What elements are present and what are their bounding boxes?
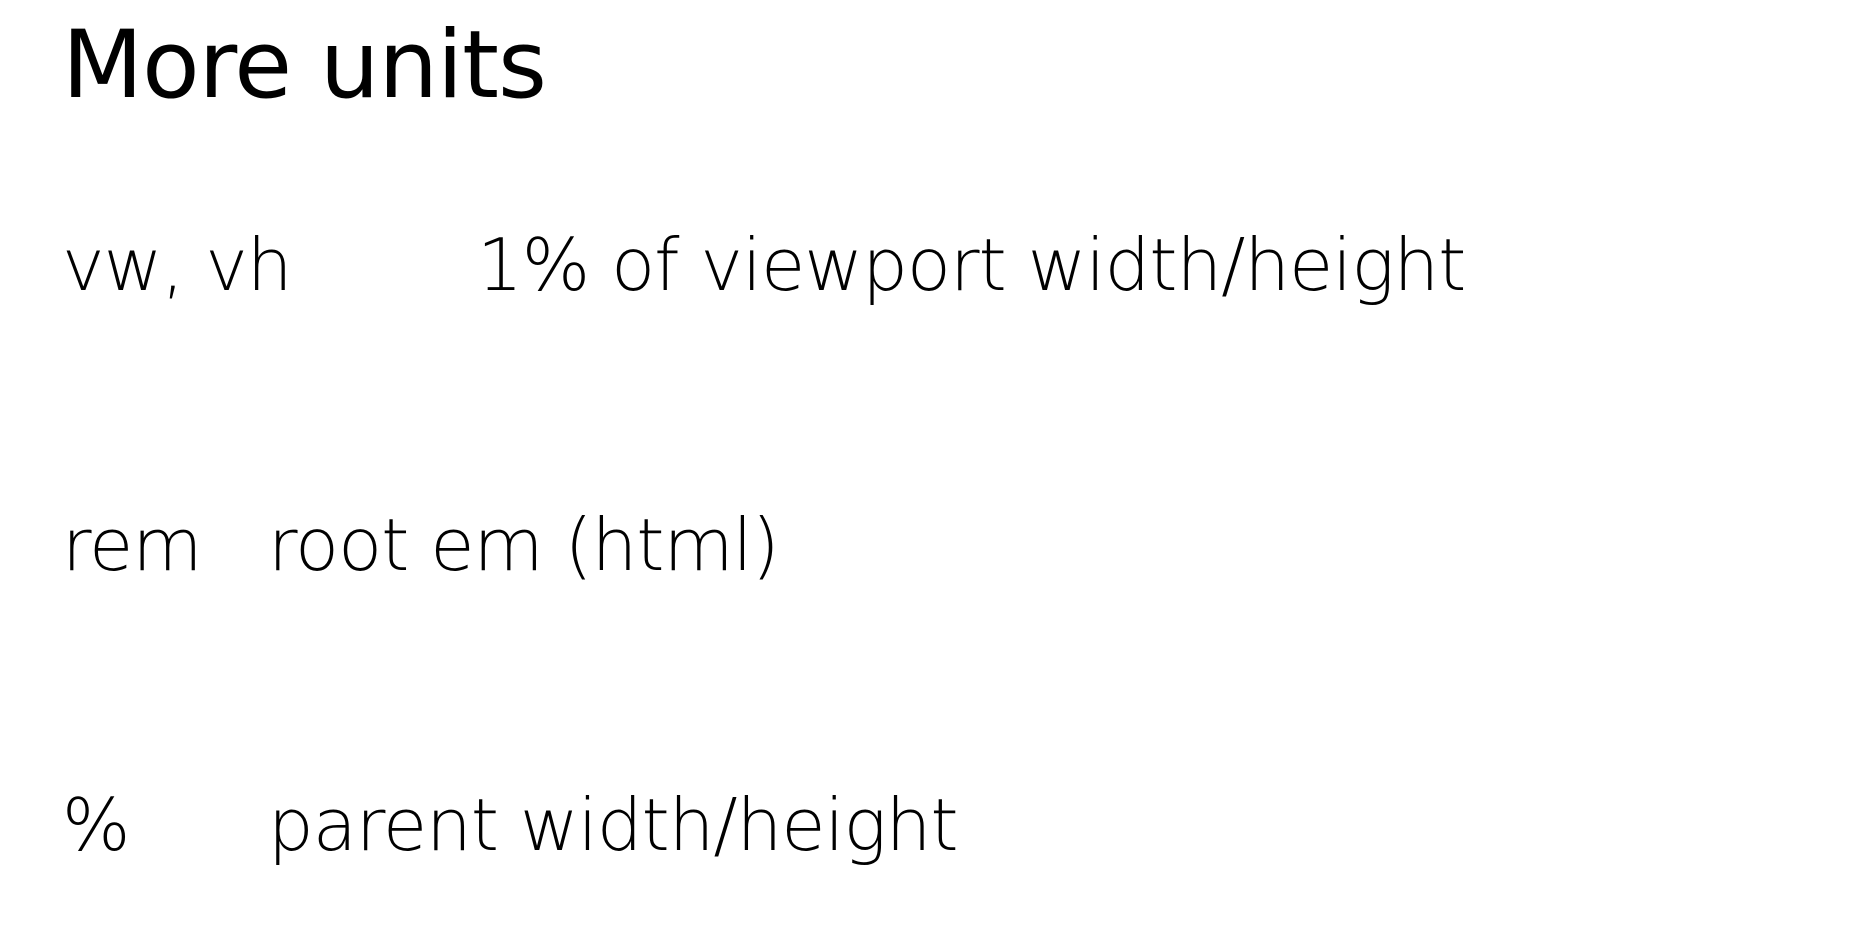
slide: More units vw, vh 1% of viewport width/h… bbox=[0, 0, 1874, 934]
unit-term: % bbox=[62, 783, 130, 867]
unit-description: parent width/height bbox=[268, 783, 959, 867]
unit-description: 1% of viewport width/height bbox=[477, 223, 1466, 307]
slide-title: More units bbox=[62, 11, 547, 120]
unit-description: root em (html) bbox=[268, 503, 780, 587]
unit-term: rem bbox=[62, 503, 202, 587]
unit-term: vw, vh bbox=[62, 223, 293, 307]
unit-row-percent: % parent width/height bbox=[0, 780, 1874, 870]
unit-row-rem: rem root em (html) bbox=[0, 500, 1874, 590]
unit-row-viewport: vw, vh 1% of viewport width/height bbox=[0, 220, 1874, 310]
